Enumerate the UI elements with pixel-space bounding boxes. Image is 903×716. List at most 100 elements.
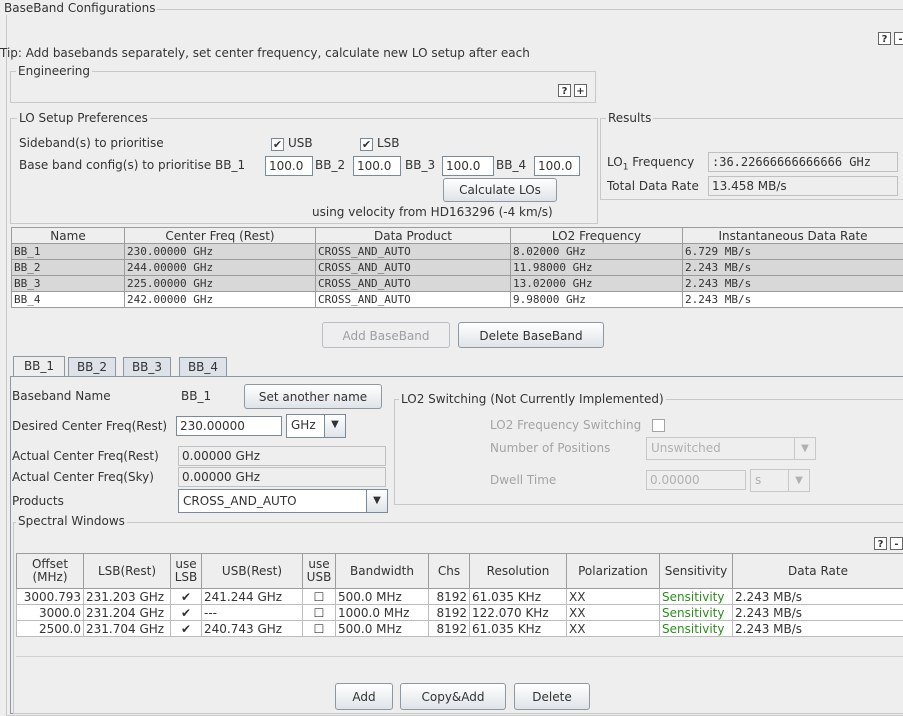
desired-freq-input[interactable]: 230.00000 (176, 416, 282, 436)
rate-cell: 2.243 MB/s (733, 621, 903, 637)
col-data-product[interactable]: Data Product (316, 228, 511, 244)
col-name[interactable]: Name (12, 228, 125, 244)
col-polarization[interactable]: Polarization (567, 554, 660, 589)
bb3-priority-label: BB_3 (405, 158, 435, 172)
bandwidth-cell[interactable]: 500.0 MHz (336, 589, 429, 605)
bb4-priority-input[interactable]: 100.0 (534, 156, 580, 176)
use-usb-checkbox[interactable]: ☐ (303, 605, 336, 621)
positions-select[interactable]: Unswitched▼ (646, 437, 816, 460)
col-resolution[interactable]: Resolution (470, 554, 567, 589)
lo1-frequency-value: :36.22666666666666 GHz (708, 152, 898, 172)
col-center-freq[interactable]: Center Freq (Rest) (125, 228, 316, 244)
products-value: CROSS_AND_AUTO (183, 494, 297, 508)
table-row[interactable]: BB_4 242.00000 GHz CROSS_AND_AUTO 9.9800… (12, 292, 903, 308)
sensitivity-cell[interactable]: Sensitivity (660, 589, 733, 605)
cell: 13.02000 GHz (511, 276, 683, 292)
resolution-cell[interactable]: 61.035 KHz (470, 621, 567, 637)
col-lsb-rest[interactable]: LSB(Rest) (84, 554, 171, 589)
sensitivity-cell[interactable]: Sensitivity (660, 621, 733, 637)
use-lsb-checkbox[interactable]: ✔ (171, 621, 202, 637)
col-bandwidth[interactable]: Bandwidth (336, 554, 429, 589)
col-data-rate[interactable]: Instantaneous Data Rate (683, 228, 903, 244)
tab-bb3[interactable]: BB_3 (123, 357, 171, 376)
use-lsb-checkbox[interactable]: ✔ (171, 589, 202, 605)
cell: 242.00000 GHz (125, 292, 316, 308)
col-usb-rest[interactable]: USB(Rest) (202, 554, 303, 589)
dwell-label: Dwell Time (490, 473, 556, 487)
col-use-lsb[interactable]: use LSB (171, 554, 202, 589)
spectral-collapse-button[interactable]: - (890, 537, 903, 550)
col-use-usb[interactable]: use USB (303, 554, 336, 589)
add-baseband-button[interactable]: Add BaseBand (322, 322, 450, 348)
col-offset[interactable]: Offset (MHz) (17, 554, 84, 589)
table-row[interactable]: 3000.0 231.204 GHz ✔ --- ☐ 1000.0 MHz 81… (17, 605, 903, 621)
offset-cell[interactable]: 3000.793 (17, 589, 84, 605)
dwell-input[interactable]: 0.00000 (646, 470, 746, 490)
bb2-priority-input[interactable]: 100.0 (353, 156, 401, 176)
bb1-priority-input[interactable]: 100.0 (265, 156, 313, 176)
velocity-note: using velocity from HD163296 (-4 km/s) (312, 205, 553, 219)
use-usb-checkbox[interactable]: ☐ (303, 589, 336, 605)
desired-freq-unit-select[interactable]: GHz▼ (286, 414, 346, 438)
col-lo2-freq[interactable]: LO2 Frequency (511, 228, 683, 244)
add-window-button[interactable]: Add (335, 683, 393, 710)
rate-cell: 2.243 MB/s (733, 605, 903, 621)
chs-cell[interactable]: 8192 (429, 605, 470, 621)
baseband-name-value: BB_1 (177, 386, 241, 406)
engineering-title: Engineering (16, 64, 92, 78)
polarization-cell[interactable]: XX (567, 605, 660, 621)
collapse-button[interactable]: - (894, 32, 903, 45)
sideband-label: Sideband(s) to prioritise (19, 136, 164, 150)
usb-cell: --- (202, 605, 303, 621)
chevron-down-icon: ▼ (794, 438, 815, 459)
table-row[interactable]: BB_1 230.00000 GHz CROSS_AND_AUTO 8.0200… (12, 244, 903, 260)
cell: 11.98000 GHz (511, 260, 683, 276)
delete-baseband-button[interactable]: Delete BaseBand (458, 322, 604, 348)
set-another-name-button[interactable]: Set another name (244, 384, 382, 409)
calculate-los-button[interactable]: Calculate LOs (443, 178, 557, 202)
table-row[interactable]: BB_3 225.00000 GHz CROSS_AND_AUTO 13.020… (12, 276, 903, 292)
table-row[interactable]: 3000.793 231.203 GHz ✔ 241.244 GHz ☐ 500… (17, 589, 903, 605)
tab-bb4[interactable]: BB_4 (179, 357, 227, 376)
bb-config-label: Base band config(s) to prioritise BB_1 (19, 158, 245, 172)
polarization-cell[interactable]: XX (567, 589, 660, 605)
lo2-switching-checkbox[interactable] (652, 419, 665, 432)
engineering-help-button[interactable]: ? (558, 84, 571, 97)
tip-text: Tip: Add basebands separately, set cente… (0, 46, 530, 60)
sensitivity-cell[interactable]: Sensitivity (660, 605, 733, 621)
actual-sky-label: Actual Center Freq(Sky) (12, 470, 154, 484)
polarization-cell[interactable]: XX (567, 621, 660, 637)
engineering-expand-button[interactable]: + (574, 84, 587, 97)
cell: CROSS_AND_AUTO (316, 292, 511, 308)
chs-cell[interactable]: 8192 (429, 621, 470, 637)
col-data-rate[interactable]: Data Rate (733, 554, 903, 589)
bb3-priority-input[interactable]: 100.0 (442, 156, 494, 176)
cell: 225.00000 GHz (125, 276, 316, 292)
products-select[interactable]: CROSS_AND_AUTO▼ (178, 489, 388, 513)
resolution-cell[interactable]: 122.070 KHz (470, 605, 567, 621)
dwell-unit-value: s (755, 473, 761, 487)
table-row[interactable]: 2500.0 231.704 GHz ✔ 240.743 GHz ☐ 500.0… (17, 621, 903, 637)
dwell-unit-select[interactable]: s▼ (750, 469, 810, 492)
chevron-down-icon: ▼ (788, 470, 809, 491)
help-button[interactable]: ? (878, 32, 891, 45)
tab-bb2[interactable]: BB_2 (68, 357, 116, 376)
use-lsb-checkbox[interactable]: ✔ (171, 605, 202, 621)
usb-checkbox[interactable]: ✔ (271, 138, 284, 151)
chs-cell[interactable]: 8192 (429, 589, 470, 605)
col-sensitivity[interactable]: Sensitivity (660, 554, 733, 589)
bandwidth-cell[interactable]: 1000.0 MHz (336, 605, 429, 621)
resolution-cell[interactable]: 61.035 KHz (470, 589, 567, 605)
offset-cell[interactable]: 2500.0 (17, 621, 84, 637)
copy-add-window-button[interactable]: Copy&Add (400, 683, 506, 710)
tab-bb1[interactable]: BB_1 (13, 356, 65, 377)
col-chs[interactable]: Chs (429, 554, 470, 589)
lsb-checkbox[interactable]: ✔ (360, 138, 373, 151)
offset-cell[interactable]: 3000.0 (17, 605, 84, 621)
cell: 2.243 MB/s (683, 292, 903, 308)
bandwidth-cell[interactable]: 500.0 MHz (336, 621, 429, 637)
table-row[interactable]: BB_2 244.00000 GHz CROSS_AND_AUTO 11.980… (12, 260, 903, 276)
use-usb-checkbox[interactable]: ☐ (303, 621, 336, 637)
delete-window-button[interactable]: Delete (514, 683, 590, 710)
spectral-help-button[interactable]: ? (874, 537, 887, 550)
